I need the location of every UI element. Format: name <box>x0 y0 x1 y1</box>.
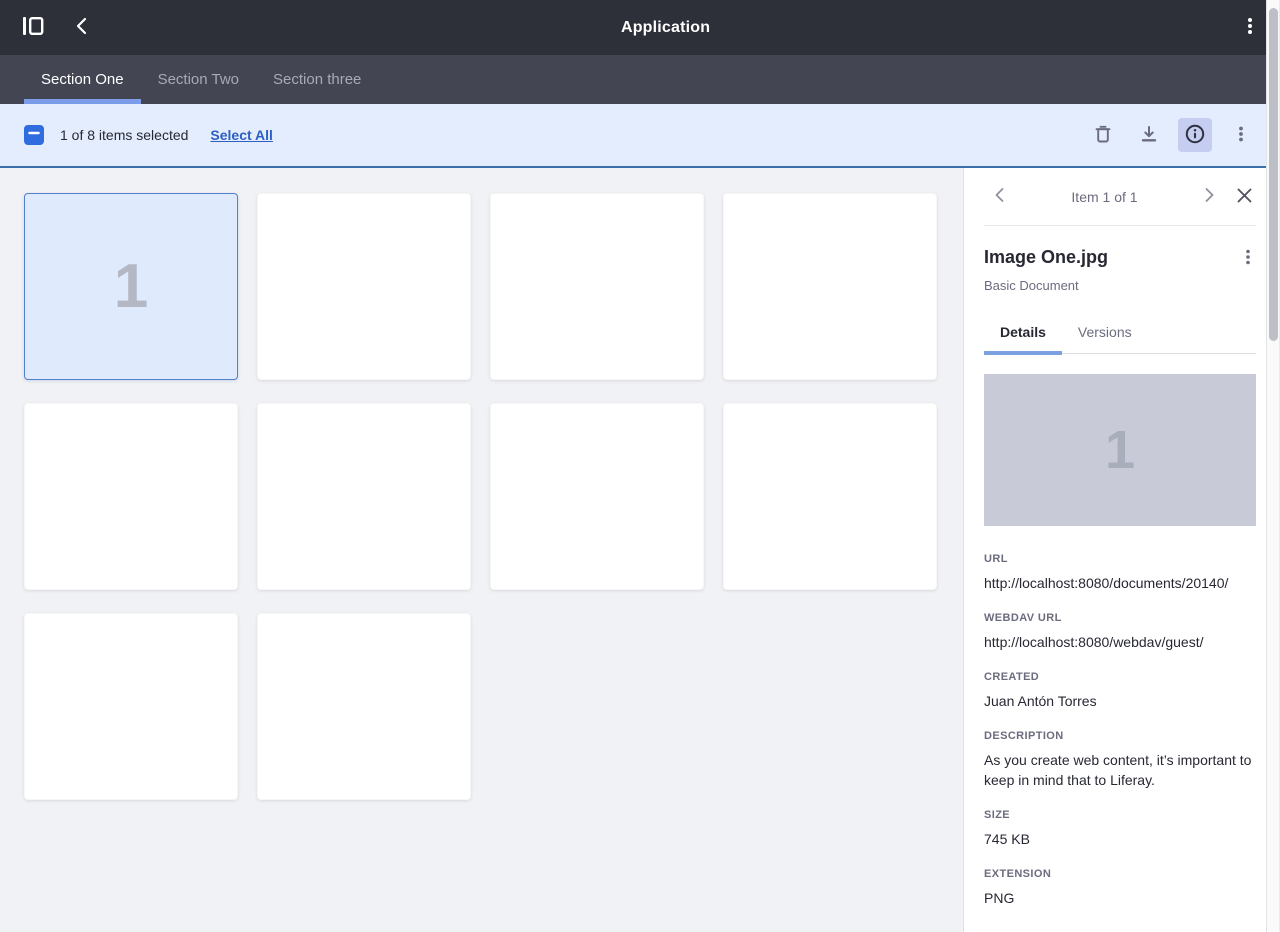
trash-icon <box>1093 124 1113 147</box>
tab-label: Section three <box>273 71 361 88</box>
info-sidebar: Item 1 of 1 Image One.jpg <box>963 168 1280 932</box>
field-value: http://localhost:8080/webdav/guest/ <box>984 632 1256 652</box>
field-value: PNG <box>984 888 1256 908</box>
back-button[interactable] <box>72 16 92 39</box>
field-url: URL http://localhost:8080/documents/20140… <box>984 553 1256 593</box>
toolbar-kebab-button[interactable] <box>1224 118 1258 152</box>
sidebar-tabs: Details Versions <box>984 324 1256 354</box>
sidebar-toggle-button[interactable] <box>22 15 44 40</box>
sidebar-item-nav: Item 1 of 1 <box>984 168 1256 226</box>
tab-section-one[interactable]: Section One <box>24 55 141 104</box>
download-icon <box>1139 124 1159 147</box>
kebab-icon <box>1242 16 1258 39</box>
main-content: 1 <box>0 168 963 932</box>
navbar-right-actions <box>1242 16 1258 39</box>
previous-item-button[interactable] <box>990 185 1010 208</box>
select-all-link[interactable]: Select All <box>210 127 273 143</box>
card[interactable] <box>490 403 704 590</box>
document-title: Image One.jpg <box>984 247 1240 268</box>
document-type-label: Basic Document <box>984 278 1256 293</box>
selection-count-text: 1 of 8 items selected <box>60 127 188 143</box>
section-tabbar: Section One Section Two Section three <box>0 55 1280 104</box>
card[interactable] <box>723 193 937 380</box>
field-label: CREATED <box>984 671 1256 683</box>
field-label: DESCRIPTION <box>984 730 1256 742</box>
card[interactable] <box>24 403 238 590</box>
delete-button[interactable] <box>1086 118 1120 152</box>
tab-section-two[interactable]: Section Two <box>141 55 256 104</box>
navbar-kebab-button[interactable] <box>1242 16 1258 39</box>
management-toolbar: 1 of 8 items selected Select All <box>0 104 1280 168</box>
navbar-left-actions <box>22 15 92 40</box>
top-navbar: Application <box>0 0 1280 55</box>
tab-details[interactable]: Details <box>984 324 1062 353</box>
field-extension: EXTENSION PNG <box>984 868 1256 908</box>
card[interactable] <box>257 193 471 380</box>
chevron-left-icon <box>990 185 1010 208</box>
item-counter: Item 1 of 1 <box>1010 189 1199 205</box>
select-all-checkbox[interactable] <box>24 125 44 145</box>
tab-section-three[interactable]: Section three <box>256 55 378 104</box>
field-webdav-url: WEBDAV URL http://localhost:8080/webdav/g… <box>984 612 1256 652</box>
card[interactable] <box>257 403 471 590</box>
document-title-row: Image One.jpg <box>984 247 1256 270</box>
field-value: As you create web content, it’s importan… <box>984 750 1256 790</box>
tab-label: Versions <box>1078 324 1132 340</box>
download-button[interactable] <box>1132 118 1166 152</box>
kebab-icon <box>1240 247 1256 270</box>
field-label: WEBDAV URL <box>984 612 1256 624</box>
field-label: URL <box>984 553 1256 565</box>
card-grid: 1 <box>0 168 963 825</box>
card[interactable] <box>490 193 704 380</box>
field-label: EXTENSION <box>984 868 1256 880</box>
field-value: http://localhost:8080/documents/20140/ <box>984 573 1256 593</box>
tab-label: Details <box>1000 324 1046 340</box>
info-panel-button[interactable] <box>1178 118 1212 152</box>
field-list: URL http://localhost:8080/documents/20140… <box>984 553 1256 908</box>
field-description: DESCRIPTION As you create web content, it… <box>984 730 1256 790</box>
kebab-icon <box>1233 124 1249 147</box>
indeterminate-minus-icon <box>24 123 44 148</box>
toolbar-actions <box>1086 118 1258 152</box>
field-created: CREATED Juan Antón Torres <box>984 671 1256 711</box>
tab-label: Section One <box>41 71 124 88</box>
vertical-scrollbar[interactable] <box>1266 0 1280 932</box>
back-icon <box>72 16 92 39</box>
card[interactable] <box>257 613 471 800</box>
document-preview: 1 <box>984 374 1256 526</box>
field-label: SIZE <box>984 809 1256 821</box>
card-selected[interactable]: 1 <box>24 193 238 380</box>
card[interactable] <box>24 613 238 800</box>
page-title: Application <box>621 19 710 37</box>
field-size: SIZE 745 KB <box>984 809 1256 849</box>
tab-label: Section Two <box>158 71 239 88</box>
scrollbar-thumb[interactable] <box>1269 8 1278 341</box>
document-kebab-button[interactable] <box>1240 247 1256 270</box>
next-item-button[interactable] <box>1199 185 1219 208</box>
tab-versions[interactable]: Versions <box>1062 324 1148 353</box>
close-sidebar-button[interactable] <box>1235 186 1254 208</box>
chevron-right-icon <box>1199 185 1219 208</box>
info-icon <box>1184 123 1206 148</box>
field-value: 745 KB <box>984 829 1256 849</box>
card[interactable] <box>723 403 937 590</box>
field-value: Juan Antón Torres <box>984 691 1256 711</box>
close-icon <box>1235 186 1254 208</box>
preview-number: 1 <box>1105 419 1135 481</box>
sidebar-toggle-icon <box>22 15 44 40</box>
card-number: 1 <box>114 251 148 322</box>
